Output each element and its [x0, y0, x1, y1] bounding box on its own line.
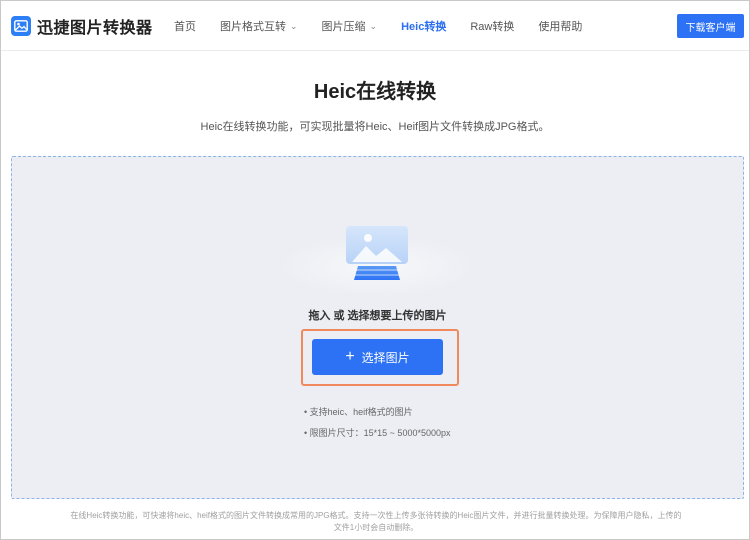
top-header: 迅捷图片转换器 首页 图片格式互转 ⌄ 图片压缩 ⌄ Heic转换 Raw转换 …: [1, 1, 749, 51]
app-window: 迅捷图片转换器 首页 图片格式互转 ⌄ 图片压缩 ⌄ Heic转换 Raw转换 …: [0, 0, 750, 540]
nav-item-label: Raw转换: [470, 21, 515, 33]
drop-instruction: 拖入 或 选择想要上传的图片: [308, 310, 447, 322]
nav-item-raw[interactable]: Raw转换: [470, 1, 514, 51]
brand-name: 迅捷图片转换器: [37, 20, 153, 37]
nav-item-help[interactable]: 使用帮助: [538, 1, 582, 51]
spec-supported-formats: • 支持heic、heif格式的图片: [304, 407, 413, 417]
nav-item-compress[interactable]: 图片压缩 ⌄: [322, 1, 378, 51]
select-image-button[interactable]: + 选择图片: [312, 339, 443, 375]
download-client-button[interactable]: 下载客户端: [677, 14, 744, 38]
upload-image-icon: [344, 224, 410, 284]
spec-size-limit: • 限图片尺寸：15*15 ~ 5000*5000px: [304, 428, 451, 438]
footer-line: 文件1小时会自动删除。: [333, 523, 419, 532]
nav-item-label: 首页: [174, 21, 196, 33]
page-title: Heic在线转换: [313, 81, 437, 103]
chevron-down-icon: ⌄: [290, 20, 298, 31]
nav-item-label: 使用帮助: [538, 21, 583, 33]
brand-logo[interactable]: 迅捷图片转换器: [11, 14, 153, 38]
plus-icon: +: [345, 348, 355, 365]
image-logo-icon: [11, 16, 31, 36]
footer-line: 在线Heic转换功能，可快速将heic、heif格式的图片文件转换成常用的JPG…: [70, 511, 682, 520]
page-subtitle: Heic在线转换功能，可实现批量将Heic、Heif图片文件转换成JPG格式。: [200, 121, 550, 133]
nav-item-home[interactable]: 首页: [174, 1, 196, 51]
footer-note: 在线Heic转换功能，可快速将heic、heif格式的图片文件转换成常用的JPG…: [41, 510, 711, 534]
nav-item-format-convert[interactable]: 图片格式互转 ⌄: [220, 1, 298, 51]
upload-dropzone[interactable]: 拖入 或 选择想要上传的图片 + 选择图片 • 支持heic、heif格式的图片…: [11, 156, 744, 499]
nav-item-heic[interactable]: Heic转换: [401, 1, 446, 51]
nav-item-label: Heic转换: [401, 21, 447, 33]
main-nav: 首页 图片格式互转 ⌄ 图片压缩 ⌄ Heic转换 Raw转换 使用帮助: [174, 1, 606, 51]
nav-item-label: 图片格式互转: [220, 21, 286, 33]
chevron-down-icon: ⌄: [369, 20, 378, 31]
nav-item-label: 图片压缩: [321, 21, 366, 33]
select-image-label: 选择图片: [361, 350, 410, 365]
